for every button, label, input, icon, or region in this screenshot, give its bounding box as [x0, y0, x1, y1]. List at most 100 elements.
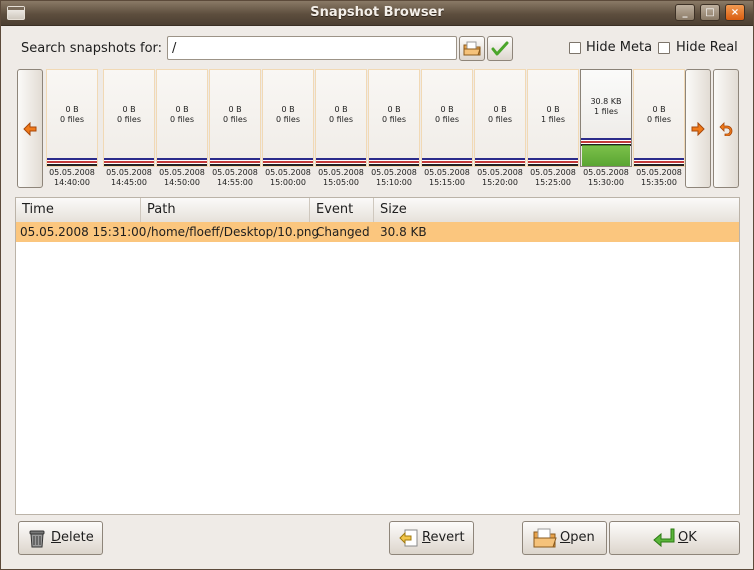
snapshot-browser-window: Snapshot Browser _ □ × Search snapshots … [0, 0, 754, 570]
snapshot-size-fill [582, 145, 630, 166]
snapshot-date: 05.05.2008 15:25:00 [530, 168, 576, 187]
snapshot-bar [210, 158, 260, 166]
open-label: pen [570, 530, 595, 545]
column-header-path[interactable]: Path [141, 198, 310, 222]
snapshot-files: 0 files [117, 115, 141, 124]
snapshot-date: 05.05.2008 15:30:00 [583, 168, 629, 187]
hide-real-label[interactable]: Hide Real [676, 40, 738, 55]
snapshot-size: 0 B [546, 105, 560, 114]
events-table[interactable]: Time Path Event Size 05.05.2008 15:31:00… [15, 197, 740, 515]
arrow-left-icon [23, 121, 37, 137]
hide-real-checkbox[interactable] [658, 42, 670, 54]
snapshot-item[interactable]: 0 B0 files [156, 69, 208, 167]
delete-button[interactable]: Delete [18, 521, 103, 555]
jump-latest-button[interactable] [713, 69, 739, 188]
snapshot-bar [263, 158, 313, 166]
snapshot-size: 0 B [175, 105, 189, 114]
search-input[interactable] [167, 36, 457, 60]
snapshot-date: 05.05.2008 15:15:00 [424, 168, 470, 187]
snapshot-item[interactable]: 0 B0 files [209, 69, 261, 167]
snapshot-item[interactable]: 0 B0 files [315, 69, 367, 167]
snapshot-bar [634, 158, 684, 166]
checkmark-icon [491, 41, 509, 56]
snapshot-files: 0 files [488, 115, 512, 124]
revert-icon [399, 529, 418, 547]
cell-size: 30.8 KB [380, 225, 427, 239]
trash-icon [29, 530, 45, 548]
folder-open-icon [533, 528, 557, 548]
column-header-time[interactable]: Time [16, 198, 141, 222]
maximize-button[interactable]: □ [700, 4, 720, 21]
revert-button[interactable]: Revert [389, 521, 474, 555]
folder-icon [463, 41, 481, 56]
delete-label: elete [61, 530, 94, 545]
snapshot-item[interactable]: 0 B0 files [103, 69, 155, 167]
table-row[interactable]: 05.05.2008 15:31:00 /home/floeff/Desktop… [16, 222, 739, 242]
snapshot-size: 0 B [334, 105, 348, 114]
revert-label: evert [430, 530, 465, 545]
open-mnemonic: O [560, 530, 571, 545]
snapshot-files: 0 files [435, 115, 459, 124]
open-button[interactable]: Open [522, 521, 607, 555]
snapshot-item[interactable]: 0 B0 files [421, 69, 473, 167]
snapshot-item-selected[interactable]: 30.8 KB 1 files [580, 69, 632, 167]
cell-time: 05.05.2008 15:31:00 [20, 225, 147, 239]
hide-meta-checkbox[interactable] [569, 42, 581, 54]
ok-mnemonic: O [678, 530, 689, 545]
table-header: Time Path Event Size [16, 198, 739, 223]
scroll-right-button[interactable] [685, 69, 711, 188]
snapshot-files: 1 files [594, 107, 618, 116]
snapshot-size: 0 B [122, 105, 136, 114]
snapshot-files: 1 files [541, 115, 565, 124]
snapshot-item[interactable]: 0 B0 files [46, 69, 98, 167]
snapshot-files: 0 files [60, 115, 84, 124]
snapshot-size: 0 B [652, 105, 666, 114]
snapshot-bar [104, 158, 154, 166]
ok-button[interactable]: OK [609, 521, 740, 555]
snapshot-date: 05.05.2008 14:50:00 [159, 168, 205, 187]
enter-arrow-icon [653, 528, 675, 548]
browse-button[interactable] [459, 36, 485, 61]
snapshot-item[interactable]: 0 B0 files [474, 69, 526, 167]
cell-event: Changed [316, 225, 370, 239]
snapshot-item[interactable]: 0 B0 files [633, 69, 685, 167]
snapshot-files: 0 files [382, 115, 406, 124]
snapshot-files: 0 files [170, 115, 194, 124]
snapshot-date: 05.05.2008 15:00:00 [265, 168, 311, 187]
snapshot-item[interactable]: 0 B0 files [262, 69, 314, 167]
snapshot-files: 0 files [223, 115, 247, 124]
snapshot-bar [475, 158, 525, 166]
snapshot-date: 05.05.2008 15:20:00 [477, 168, 523, 187]
undo-arrow-icon [719, 122, 733, 137]
column-header-size[interactable]: Size [374, 198, 739, 222]
snapshot-files: 0 files [276, 115, 300, 124]
snapshot-item[interactable]: 0 B0 files [368, 69, 420, 167]
snapshot-files: 0 files [647, 115, 671, 124]
close-button[interactable]: × [725, 4, 745, 21]
snapshot-bar [316, 158, 366, 166]
snapshot-size: 0 B [228, 105, 242, 114]
delete-mnemonic: D [51, 530, 62, 545]
snapshot-files: 0 files [329, 115, 353, 124]
snapshot-bar [369, 158, 419, 166]
search-label: Search snapshots for: [21, 41, 163, 56]
snapshot-bar [528, 158, 578, 166]
column-header-event[interactable]: Event [310, 198, 374, 222]
snapshot-date: 05.05.2008 15:10:00 [371, 168, 417, 187]
minimize-button[interactable]: _ [675, 4, 695, 21]
snapshot-date: 05.05.2008 15:35:00 [636, 168, 682, 187]
title-bar[interactable]: Snapshot Browser _ □ × [1, 1, 753, 26]
ok-label: K [688, 530, 697, 545]
snapshot-bar [422, 158, 472, 166]
window-title: Snapshot Browser [310, 5, 444, 20]
snapshot-date: 05.05.2008 14:55:00 [212, 168, 258, 187]
snapshot-size: 0 B [440, 105, 454, 114]
snapshot-item[interactable]: 0 B1 files [527, 69, 579, 167]
scroll-left-button[interactable] [17, 69, 43, 188]
snapshot-size: 0 B [281, 105, 295, 114]
arrow-right-icon [691, 121, 705, 137]
apply-search-button[interactable] [487, 36, 513, 61]
hide-meta-label[interactable]: Hide Meta [586, 40, 652, 55]
snapshot-bar [157, 158, 207, 166]
snapshot-bar [47, 158, 97, 166]
